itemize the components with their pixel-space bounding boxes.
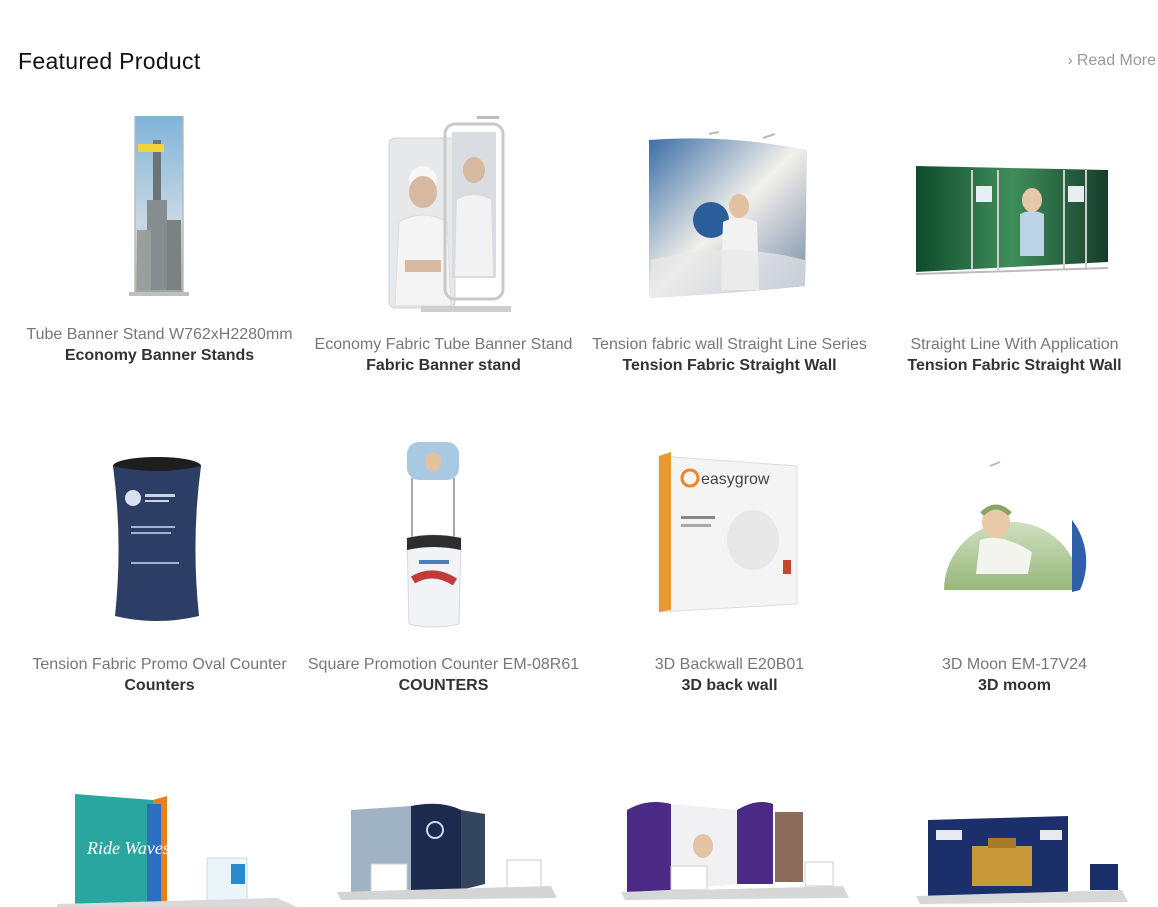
product-category[interactable]: Fabric Banner stand [301,357,586,375]
product-name[interactable]: Tension Fabric Promo Oval Counter [17,656,302,674]
easygrow-logo-text: easygrow [701,471,770,488]
product-name[interactable]: Square Promotion Counter EM-08R61 [301,656,586,674]
product-name[interactable]: 3D Moon EM-17V24 [872,656,1157,674]
product-image-square-counter[interactable] [301,440,586,640]
product-image-booth-navy[interactable] [872,780,1157,907]
product-category[interactable]: COUNTERS [301,677,586,695]
product-image-booth-purple[interactable] [587,780,872,907]
product-name[interactable]: 3D Backwall E20B01 [587,656,872,674]
product-image-3d-moon[interactable] [872,440,1157,640]
product-category[interactable]: Tension Fabric Straight Wall [872,357,1157,375]
product-name[interactable]: Tension fabric wall Straight Line Series [587,336,872,354]
product-image-booth-mercedes[interactable] [301,780,586,907]
product-image-3d-backwall[interactable]: easygrow [587,440,872,640]
product-name[interactable]: Straight Line With Application [872,336,1157,354]
product-image-tube-banner[interactable] [17,110,302,300]
product-category[interactable]: Economy Banner Stands [17,347,302,365]
product-category[interactable]: 3D moom [872,677,1157,695]
product-image-fabric-tube-banner[interactable] [301,110,586,320]
section-header: Featured Product › Read More [18,46,1158,78]
product-name[interactable]: Tube Banner Stand W762xH2280mm [17,326,302,344]
section-title: Featured Product [18,48,201,74]
product-category[interactable]: 3D back wall [587,677,872,695]
product-name[interactable]: Economy Fabric Tube Banner Stand [301,336,586,354]
read-more-link[interactable]: › Read More [1068,52,1156,70]
product-image-booth-ride-waves[interactable]: Ride Waves [17,780,302,907]
product-image-oval-counter[interactable] [17,440,302,640]
ride-waves-text: Ride Waves [86,838,170,858]
product-image-tension-wall[interactable] [587,110,872,310]
product-image-straight-line-app[interactable] [872,110,1157,310]
product-category[interactable]: Tension Fabric Straight Wall [587,357,872,375]
chevron-right-icon: › [1067,52,1073,69]
product-category[interactable]: Counters [17,677,302,695]
read-more-label: Read More [1076,52,1156,69]
